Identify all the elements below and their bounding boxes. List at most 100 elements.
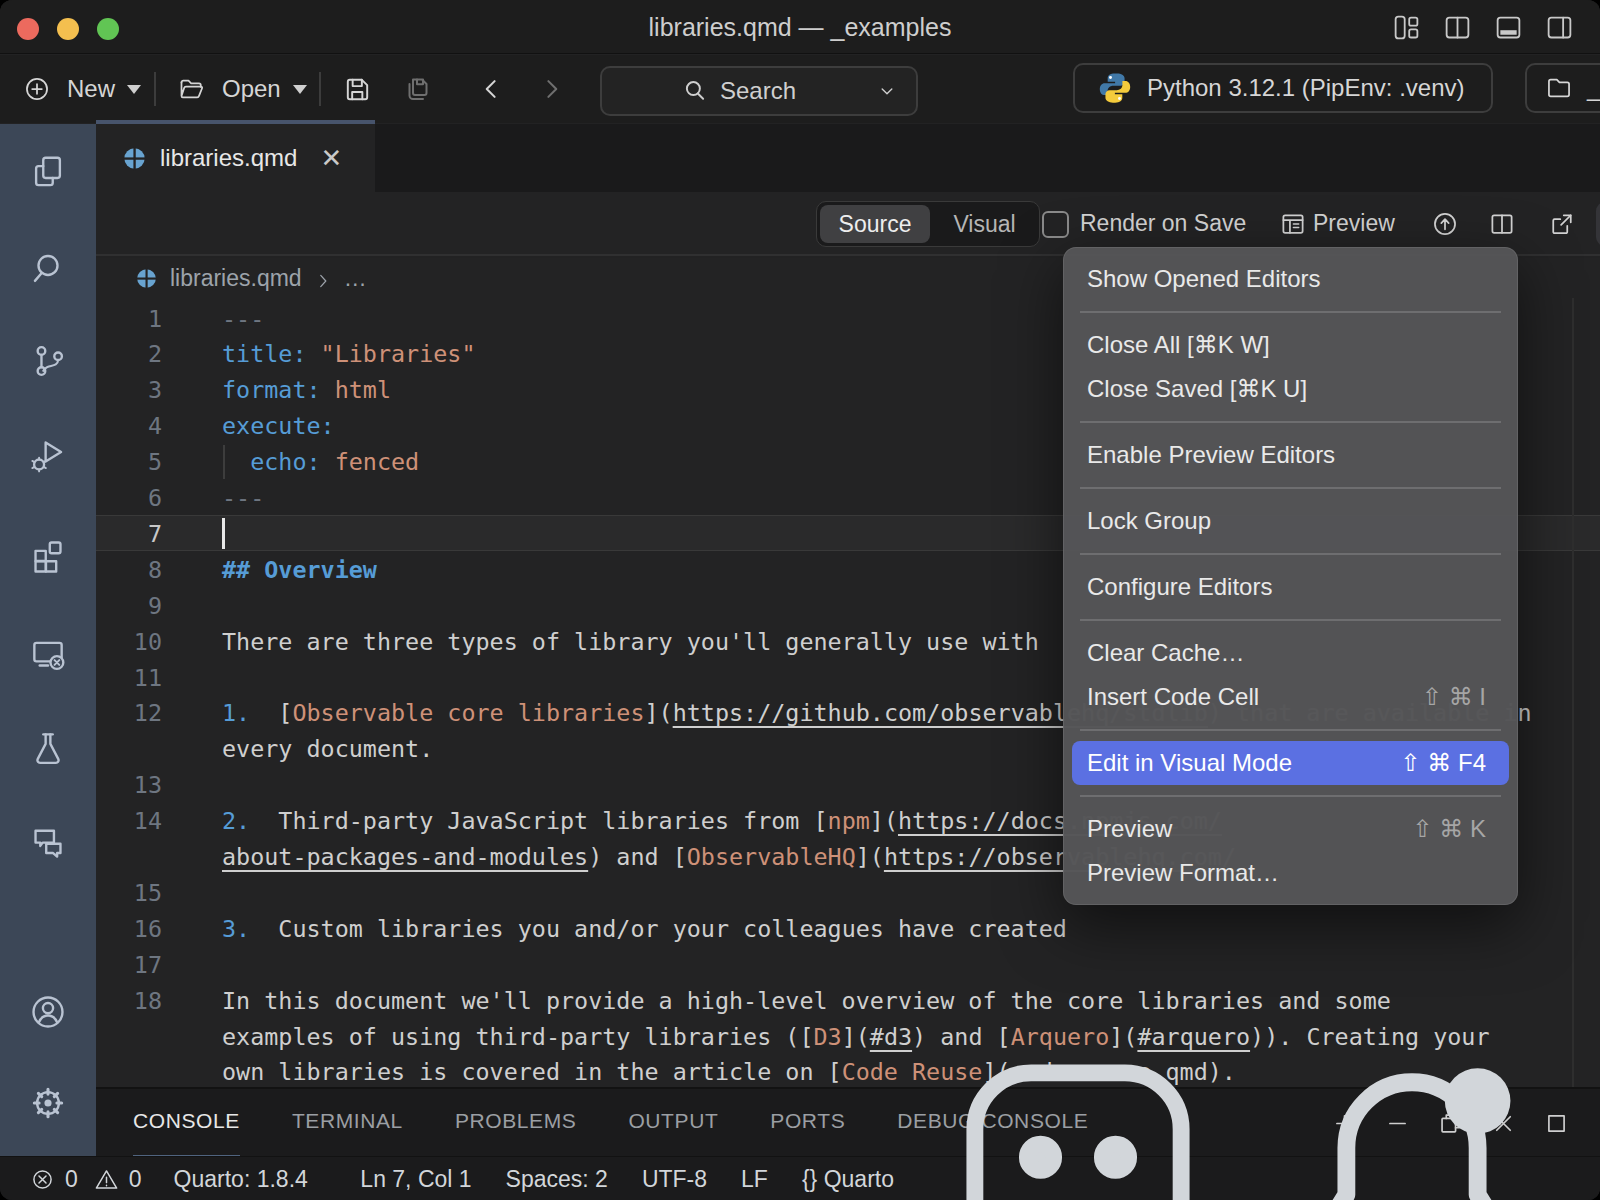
line-number: 6 [96,480,162,516]
menu-separator [1080,785,1501,807]
problems-status[interactable]: 0 0 [30,1166,142,1193]
source-control-icon[interactable] [29,342,67,380]
tab-libraries-qmd[interactable]: libraries.qmd ✕ [96,124,375,192]
line-number: 13 [96,767,162,803]
more-actions-button[interactable] [1596,202,1600,246]
folder-icon [1543,74,1575,102]
panel-tab-terminal[interactable]: TERMINAL [292,1089,403,1158]
status--quarto[interactable]: {} Quarto [802,1166,894,1193]
panel-tab-ports[interactable]: PORTS [770,1089,845,1158]
app-window: libraries.qmd — _examples New Open Searc… [0,0,1600,1200]
error-icon [30,1167,55,1192]
warning-icon [94,1167,119,1192]
feedback-smiley-icon[interactable] [928,1026,1228,1200]
panel-tab-output[interactable]: OUTPUT [628,1089,718,1158]
interpreter-selector[interactable]: Python 3.12.1 (PipEnv: .venv) [1073,63,1493,113]
menu-item-clear-cache-[interactable]: Clear Cache… [1072,631,1509,675]
account-icon[interactable] [29,993,67,1031]
line-number: 14 [96,803,162,839]
search-placeholder: Search [720,77,796,105]
menu-item-show-opened-editors[interactable]: Show Opened Editors [1072,257,1509,301]
menu-item-configure-editors[interactable]: Configure Editors [1072,565,1509,609]
menu-separator [1080,543,1501,565]
close-window-button[interactable] [17,18,39,40]
line-number: 9 [96,588,162,624]
customize-layout-icon[interactable] [1392,13,1421,42]
menu-separator [1080,609,1501,631]
menu-item-edit-in-visual-mode[interactable]: Edit in Visual Mode⇧ ⌘ F4 [1072,741,1509,785]
menu-item-preview-format-[interactable]: Preview Format… [1072,851,1509,895]
toolbar-separator [319,72,321,106]
line-number: 10 [96,624,162,660]
status-bar: 0 0 Quarto: 1.8.4 Ln 7, Col 1 Spaces: 2 UT… [0,1156,1600,1200]
line-number: 12 [96,695,162,731]
render-on-save-checkbox[interactable] [1042,211,1069,238]
extensions-icon[interactable] [29,536,67,574]
close-tab-icon[interactable]: ✕ [320,143,342,173]
status-lf[interactable]: LF [741,1166,768,1193]
menu-item-close-saved-k-u-[interactable]: Close Saved [⌘K U] [1072,367,1509,411]
new-button[interactable]: New [23,55,141,123]
zoom-window-button[interactable] [97,18,119,40]
minimize-window-button[interactable] [57,18,79,40]
source-visual-toggle: Source Visual [816,201,1040,247]
status-ln-7-col-1[interactable]: Ln 7, Col 1 [360,1166,471,1193]
panel-tab-console[interactable]: CONSOLE [133,1089,240,1158]
remote-explorer-icon[interactable] [29,634,67,672]
run-debug-icon[interactable] [29,436,67,474]
quarto-version-status[interactable]: Quarto: 1.8.4 [174,1166,308,1193]
split-editor-icon[interactable] [1443,13,1472,42]
back-button[interactable] [478,55,506,123]
menu-item-preview[interactable]: Preview⇧ ⌘ K [1072,807,1509,851]
status-spaces-2[interactable]: Spaces: 2 [506,1166,608,1193]
titlebar: libraries.qmd — _examples [0,0,1600,54]
comments-icon[interactable] [29,823,67,861]
search-icon[interactable] [29,250,67,288]
indent-guide [223,445,225,479]
line-number: 2 [96,336,162,372]
toolbar-separator [154,72,156,106]
save-button[interactable] [342,55,373,123]
line-number: 17 [96,947,162,983]
search-input[interactable]: Search [600,66,918,116]
activity-bar [0,124,96,1156]
menu-separator [1080,719,1501,741]
source-mode-button[interactable]: Source [820,205,930,243]
tab-strip: libraries.qmd ✕ [96,124,1600,192]
toggle-secondary-sidebar-icon[interactable] [1545,13,1574,42]
code-line: 18In this document we'll provide a high-… [96,983,1600,1019]
save-all-button[interactable] [403,55,435,123]
search-icon [682,78,708,104]
preview-icon [1279,210,1307,238]
chevron-right-icon [314,269,332,287]
menu-item-insert-code-cell[interactable]: Insert Code Cell⇧ ⌘ I [1072,675,1509,719]
forward-button[interactable] [537,55,565,123]
line-number: 7 [96,516,162,552]
status-utf-8[interactable]: UTF-8 [642,1166,707,1193]
visual-mode-button[interactable]: Visual [930,211,1039,238]
render-icon[interactable] [1431,210,1459,238]
window-title: libraries.qmd — _examples [400,0,1200,54]
text-cursor [222,518,225,549]
line-number: 5 [96,444,162,480]
line-number: 1 [96,301,162,337]
python-icon [1097,70,1133,106]
code-line: 163. Custom libraries you and/or your co… [96,911,1600,947]
menu-item-enable-preview-editors[interactable]: Enable Preview Editors [1072,433,1509,477]
files-icon[interactable] [29,153,67,191]
main-toolbar: New Open Search Python 3.12.1 (PipEnv: .… [0,55,1600,123]
menu-item-lock-group[interactable]: Lock Group [1072,499,1509,543]
panel-tab-problems[interactable]: PROBLEMS [455,1089,577,1158]
notifications-bell-icon[interactable] [1262,1026,1562,1200]
workspace-button[interactable]: _ex [1525,63,1600,113]
open-button[interactable]: Open [176,55,307,123]
settings-icon[interactable] [29,1084,67,1122]
split-editor-icon[interactable] [1488,210,1516,238]
open-in-new-window-icon[interactable] [1548,210,1576,238]
line-number: 4 [96,408,162,444]
toggle-panel-icon[interactable] [1494,13,1523,42]
line-number: 15 [96,875,162,911]
active-tab-accent [96,120,375,124]
testing-icon[interactable] [29,729,67,767]
menu-item-close-all-k-w-[interactable]: Close All [⌘K W] [1072,323,1509,367]
